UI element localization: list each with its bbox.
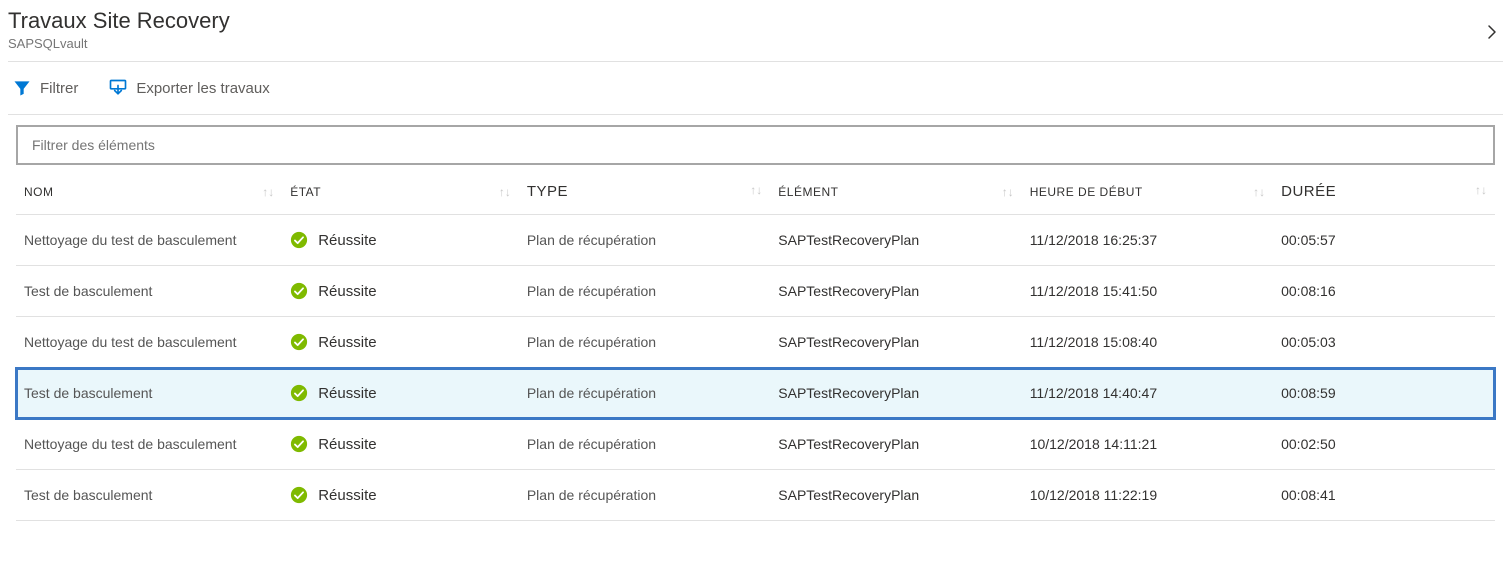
table-row[interactable]: Nettoyage du test de basculement Réussite… [16, 419, 1495, 470]
job-type: Plan de récupération [519, 317, 770, 368]
filter-button[interactable]: Filtrer [12, 78, 78, 98]
job-element: SAPTestRecoveryPlan [770, 215, 1021, 266]
job-name: Test de basculement [16, 470, 282, 521]
job-state-cell: Réussite [282, 470, 519, 521]
job-start: 11/12/2018 15:08:40 [1022, 317, 1273, 368]
job-element: SAPTestRecoveryPlan [770, 470, 1021, 521]
col-duration-label: DURÉE [1281, 183, 1336, 200]
col-element[interactable]: ÉLÉMENT ↑↓ [770, 165, 1021, 215]
chevron-right-icon[interactable] [1483, 15, 1503, 45]
success-check-icon [290, 333, 308, 351]
col-type-label: TYPE [527, 183, 568, 200]
job-name: Nettoyage du test de basculement [16, 317, 282, 368]
job-duration: 00:05:03 [1273, 317, 1495, 368]
job-state: Réussite [318, 334, 376, 351]
job-duration: 00:08:41 [1273, 470, 1495, 521]
export-icon [108, 78, 128, 98]
job-state-cell: Réussite [282, 215, 519, 266]
table-row[interactable]: Nettoyage du test de basculement Réussite… [16, 317, 1495, 368]
job-start: 10/12/2018 11:22:19 [1022, 470, 1273, 521]
job-element: SAPTestRecoveryPlan [770, 266, 1021, 317]
filter-icon [12, 78, 32, 98]
sort-icon: ↑↓ [262, 185, 274, 199]
job-start: 11/12/2018 14:40:47 [1022, 368, 1273, 419]
job-type: Plan de récupération [519, 368, 770, 419]
job-duration: 00:02:50 [1273, 419, 1495, 470]
job-duration: 00:08:16 [1273, 266, 1495, 317]
col-state[interactable]: ÉTAT ↑↓ [282, 165, 519, 215]
job-element: SAPTestRecoveryPlan [770, 368, 1021, 419]
job-start: 10/12/2018 14:11:21 [1022, 419, 1273, 470]
success-check-icon [290, 486, 308, 504]
job-name: Nettoyage du test de basculement [16, 419, 282, 470]
col-duration[interactable]: DURÉE ↑↓ [1273, 165, 1495, 215]
job-state: Réussite [318, 232, 376, 249]
table-row[interactable]: Test de basculement Réussite Plan de récup… [16, 470, 1495, 521]
page-subtitle: SAPSQLvault [8, 36, 230, 51]
job-name: Nettoyage du test de basculement [16, 215, 282, 266]
success-check-icon [290, 282, 308, 300]
sort-icon: ↑↓ [1002, 185, 1014, 199]
job-duration: 00:08:59 [1273, 368, 1495, 419]
job-state-cell: Réussite [282, 419, 519, 470]
sort-icon: ↑↓ [1253, 185, 1265, 199]
success-check-icon [290, 231, 308, 249]
job-type: Plan de récupération [519, 470, 770, 521]
success-check-icon [290, 384, 308, 402]
table-row[interactable]: Test de basculement Réussite Plan de récup… [16, 266, 1495, 317]
export-label: Exporter les travaux [136, 80, 269, 97]
export-button[interactable]: Exporter les travaux [108, 78, 269, 98]
job-name: Test de basculement [16, 266, 282, 317]
col-name-label: NOM [24, 185, 54, 199]
page-title: Travaux Site Recovery [8, 8, 230, 34]
job-state-cell: Réussite [282, 368, 519, 419]
job-start: 11/12/2018 16:25:37 [1022, 215, 1273, 266]
job-start: 11/12/2018 15:41:50 [1022, 266, 1273, 317]
filter-input[interactable] [16, 125, 1495, 165]
sort-icon: ↑↓ [499, 185, 511, 199]
job-state-cell: Réussite [282, 266, 519, 317]
job-duration: 00:05:57 [1273, 215, 1495, 266]
job-state: Réussite [318, 283, 376, 300]
job-state: Réussite [318, 385, 376, 402]
col-type[interactable]: TYPE ↑↓ [519, 165, 770, 215]
job-name: Test de basculement [16, 368, 282, 419]
table-row[interactable]: Nettoyage du test de basculement Réussite… [16, 215, 1495, 266]
table-header-row: NOM ↑↓ ÉTAT ↑↓ TYPE ↑↓ ÉLÉMENT ↑↓ HEURE DE D… [16, 165, 1495, 215]
filter-label: Filtrer [40, 80, 78, 97]
job-state-cell: Réussite [282, 317, 519, 368]
jobs-table: NOM ↑↓ ÉTAT ↑↓ TYPE ↑↓ ÉLÉMENT ↑↓ HEURE DE D… [16, 165, 1495, 521]
col-state-label: ÉTAT [290, 185, 321, 199]
job-type: Plan de récupération [519, 266, 770, 317]
col-start[interactable]: HEURE DE DÉBUT ↑↓ [1022, 165, 1273, 215]
job-state: Réussite [318, 436, 376, 453]
job-type: Plan de récupération [519, 215, 770, 266]
col-start-label: HEURE DE DÉBUT [1030, 185, 1143, 199]
toolbar: Filtrer Exporter les travaux [8, 62, 1503, 114]
table-row[interactable]: Test de basculement Réussite Plan de récup… [16, 368, 1495, 419]
job-element: SAPTestRecoveryPlan [770, 419, 1021, 470]
success-check-icon [290, 435, 308, 453]
job-type: Plan de récupération [519, 419, 770, 470]
job-state: Réussite [318, 487, 376, 504]
job-element: SAPTestRecoveryPlan [770, 317, 1021, 368]
col-element-label: ÉLÉMENT [778, 185, 838, 199]
col-name[interactable]: NOM ↑↓ [16, 165, 282, 215]
sort-icon: ↑↓ [750, 183, 762, 197]
sort-icon: ↑↓ [1475, 183, 1487, 197]
